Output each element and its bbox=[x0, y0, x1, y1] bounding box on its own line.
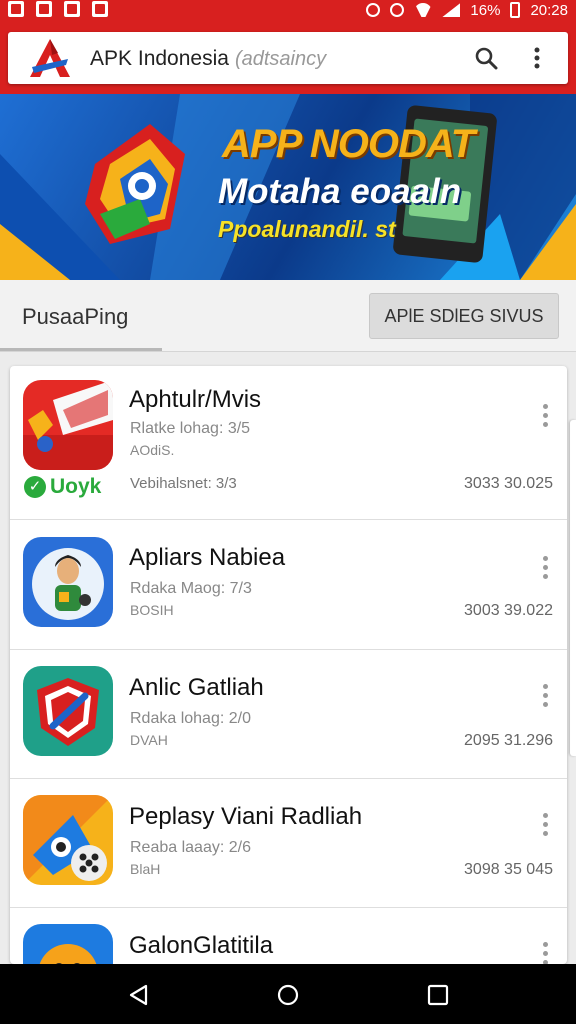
banner-tagline: Motaha eoaaln bbox=[218, 172, 462, 211]
app-category: BOSIH bbox=[130, 602, 174, 618]
app-icon-galon bbox=[23, 924, 113, 964]
tab-indicator bbox=[0, 348, 162, 351]
app-name: Peplasy Viani Radliah bbox=[129, 803, 363, 830]
wifi-icon bbox=[414, 3, 432, 17]
tabs-bar: PusaaPing APlE SDlEG SIVUS bbox=[0, 280, 576, 352]
signal-icon bbox=[442, 3, 461, 17]
sync-icon bbox=[366, 3, 381, 17]
app-header: APK Indonesia (adtsaincy bbox=[0, 20, 576, 94]
item-overflow-icon[interactable] bbox=[541, 556, 549, 582]
app-title: APK Indonesia (adtsaincy bbox=[90, 47, 326, 71]
list-item[interactable]: Anlic Gatliah Rdaka lohag: 2/0 DVAH 2095… bbox=[10, 650, 567, 779]
app-size: 3098 35 045 bbox=[464, 861, 553, 878]
item-overflow-icon[interactable] bbox=[541, 404, 549, 430]
clock: 20:28 bbox=[530, 1, 568, 19]
app-rating: Rdaka lohag: 2/0 bbox=[130, 710, 251, 727]
promo-banner[interactable]: APP NOODAT Motaha eoaaln Ppoalunandil. s… bbox=[0, 94, 576, 280]
banner-caption: Ppoalunandil. st bbox=[218, 216, 396, 242]
app-size: 3003 39.022 bbox=[464, 602, 553, 619]
app-rating: Rdaka Maog: 7/3 bbox=[130, 580, 252, 597]
app-name: Anlic Gatliah bbox=[129, 674, 264, 701]
notification-image-icon bbox=[64, 1, 80, 17]
verified-badge: ✓ Uoyk bbox=[24, 474, 101, 500]
banner-logo-icon bbox=[85, 124, 185, 244]
app-category: AOdiS. bbox=[130, 442, 175, 458]
back-icon[interactable] bbox=[128, 984, 150, 1006]
status-bar: 16% 20:28 bbox=[0, 0, 576, 20]
app-icon-anlic bbox=[23, 666, 113, 756]
app-icon-apliars bbox=[23, 537, 113, 627]
app-name: Apliars Nabiea bbox=[129, 544, 286, 571]
tab-secondary-button[interactable]: APlE SDlEG SIVUS bbox=[369, 293, 559, 339]
search-icon[interactable] bbox=[474, 46, 498, 70]
apk-logo-icon bbox=[30, 39, 70, 77]
alarm-icon bbox=[390, 3, 405, 17]
item-overflow-icon[interactable] bbox=[541, 813, 549, 839]
list-item[interactable]: Apliars Nabiea Rdaka Maog: 7/3 BOSIH 300… bbox=[10, 520, 567, 650]
badge-label: Uoyk bbox=[50, 475, 102, 498]
system-icons: 16% 20:28 bbox=[366, 0, 568, 20]
notification-download-icon bbox=[8, 1, 24, 17]
notification-mail-icon bbox=[36, 1, 52, 17]
battery-icon bbox=[510, 2, 521, 18]
home-icon[interactable] bbox=[277, 984, 299, 1006]
list-item[interactable]: ✓ Uoyk Aphtulr/Mvis Rlatke lohag: 3/5 AO… bbox=[10, 366, 567, 520]
overflow-menu-icon[interactable] bbox=[530, 46, 544, 70]
list-item[interactable]: Peplasy Viani Radliah Reaba laaay: 2/6 B… bbox=[10, 779, 567, 908]
battery-percent: 16% bbox=[470, 1, 501, 19]
notification-calendar-icon bbox=[92, 1, 108, 17]
list-item[interactable]: GalonGlatitila bbox=[10, 908, 567, 964]
app-date: Vebihalsnet: 3/3 bbox=[130, 475, 237, 492]
app-icon-aphtulr bbox=[23, 380, 113, 470]
app-name: GalonGlatitila bbox=[129, 932, 274, 959]
app-list: ✓ Uoyk Aphtulr/Mvis Rlatke lohag: 3/5 AO… bbox=[10, 366, 567, 964]
app-title-subtitle: (adtsaincy bbox=[234, 48, 327, 70]
app-category: DVAH bbox=[130, 732, 168, 748]
app-title-text: APK Indonesia bbox=[90, 47, 229, 70]
banner-title: APP NOODAT bbox=[222, 122, 475, 166]
navigation-bar bbox=[0, 964, 576, 1024]
recents-icon[interactable] bbox=[427, 984, 449, 1006]
app-size: 3033 30.025 bbox=[464, 475, 553, 492]
app-icon-peplasy bbox=[23, 795, 113, 885]
item-overflow-icon[interactable] bbox=[541, 684, 549, 710]
check-icon: ✓ bbox=[24, 476, 46, 498]
tab-active[interactable]: PusaaPing bbox=[22, 304, 128, 330]
app-rating: Reaba laaay: 2/6 bbox=[130, 839, 251, 856]
adjacent-card-edge bbox=[570, 420, 576, 756]
item-overflow-icon[interactable] bbox=[541, 942, 549, 964]
search-bar[interactable]: APK Indonesia (adtsaincy bbox=[8, 32, 568, 84]
app-category: BlaH bbox=[130, 861, 161, 877]
app-rating: Rlatke lohag: 3/5 bbox=[130, 420, 251, 437]
app-name: Aphtulr/Mvis bbox=[129, 386, 262, 413]
app-size: 2095 31.296 bbox=[464, 732, 553, 749]
notification-icons bbox=[8, 1, 108, 17]
